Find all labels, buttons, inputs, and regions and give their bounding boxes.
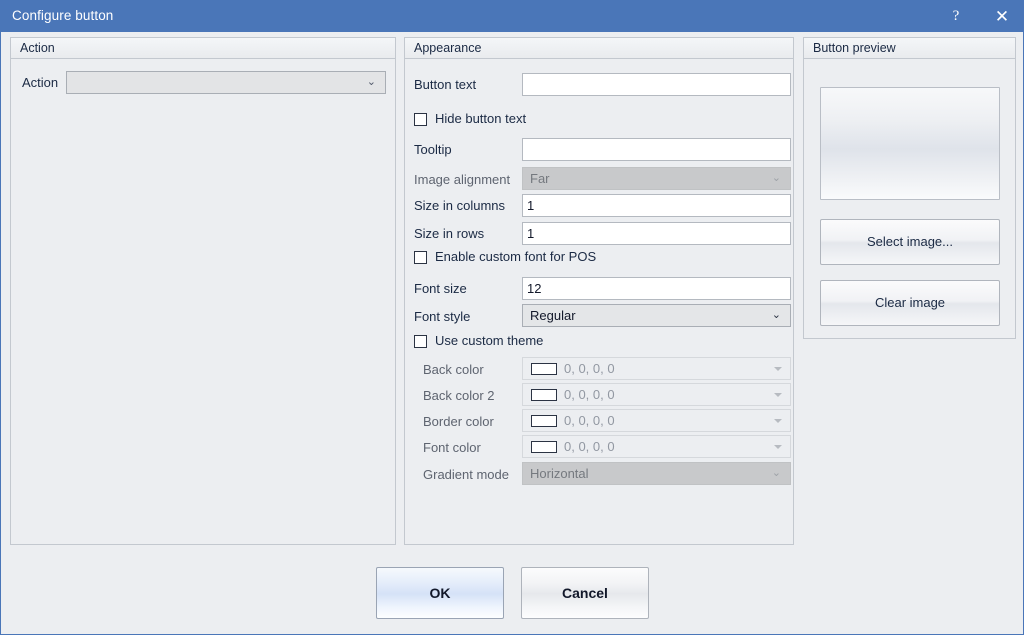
appearance-group-header: Appearance [404,37,794,59]
color-swatch [531,363,557,375]
image-alignment-label: Image alignment [414,172,510,187]
gradient-mode-select[interactable]: Horizontal ⌄ [522,462,791,485]
question-mark-icon: ? [933,1,979,32]
action-group-body: Action ⌄ [11,59,395,544]
chevron-down-icon: ⌄ [772,463,781,484]
button-text-label: Button text [414,77,476,92]
border-color-select[interactable]: 0, 0, 0, 0 [522,409,791,432]
back-color-2-select[interactable]: 0, 0, 0, 0 [522,383,791,406]
back-color-value: 0, 0, 0, 0 [564,358,615,379]
action-group-header: Action [10,37,396,59]
font-style-value: Regular [530,305,576,326]
button-preview-surface [820,87,1000,200]
color-swatch [531,441,557,453]
back-color-label: Back color [423,362,484,377]
font-style-select[interactable]: Regular ⌄ [522,304,791,327]
button-text-input[interactable] [522,73,791,96]
font-size-label: Font size [414,281,467,296]
back-color-select[interactable]: 0, 0, 0, 0 [522,357,791,380]
ok-button[interactable]: OK [376,567,504,619]
triangle-down-icon [774,367,782,371]
chevron-down-icon: ⌄ [772,168,781,189]
font-color-value: 0, 0, 0, 0 [564,436,615,457]
gradient-mode-value: Horizontal [530,463,589,484]
button-preview-group: Button preview Select image... Clear ima… [803,37,1016,339]
action-label: Action [22,75,58,90]
size-in-rows-input[interactable]: 1 [522,222,791,245]
font-style-label: Font style [414,309,470,324]
chevron-down-icon: ⌄ [772,305,781,326]
back-color-2-label: Back color 2 [423,388,495,403]
clear-image-button[interactable]: Clear image [820,280,1000,326]
select-image-button[interactable]: Select image... [820,219,1000,265]
tooltip-label: Tooltip [414,142,452,157]
action-group-title: Action [20,41,55,55]
checkbox-box [414,335,427,348]
appearance-group: Appearance Button text Hide button text … [404,37,794,545]
use-custom-theme-label: Use custom theme [435,333,543,348]
button-preview-group-body: Select image... Clear image [804,59,1015,338]
tooltip-input[interactable] [522,138,791,161]
size-in-columns-label: Size in columns [414,198,505,213]
font-color-label: Font color [423,440,481,455]
border-color-value: 0, 0, 0, 0 [564,410,615,431]
checkbox-box [414,251,427,264]
checkbox-box [414,113,427,126]
size-in-rows-label: Size in rows [414,226,484,241]
enable-custom-font-label: Enable custom font for POS [435,249,596,264]
chevron-down-icon: ⌄ [367,72,376,93]
triangle-down-icon [774,393,782,397]
size-in-columns-input[interactable]: 1 [522,194,791,217]
appearance-group-body: Button text Hide button text Tooltip Ima… [405,59,793,544]
back-color-2-value: 0, 0, 0, 0 [564,384,615,405]
triangle-down-icon [774,419,782,423]
gradient-mode-label: Gradient mode [423,467,509,482]
window-title: Configure button [12,8,113,23]
border-color-label: Border color [423,414,494,429]
image-alignment-select[interactable]: Far ⌄ [522,167,791,190]
font-size-input[interactable]: 12 [522,277,791,300]
action-select[interactable]: ⌄ [66,71,386,94]
hide-button-text-label: Hide button text [435,111,526,126]
close-icon: ✕ [979,1,1024,32]
color-swatch [531,415,557,427]
font-color-select[interactable]: 0, 0, 0, 0 [522,435,791,458]
image-alignment-value: Far [530,168,550,189]
close-button[interactable]: ✕ [979,1,1024,32]
action-group: Action Action ⌄ [10,37,396,545]
help-button[interactable]: ? [933,1,979,32]
appearance-group-title: Appearance [414,41,481,55]
color-swatch [531,389,557,401]
triangle-down-icon [774,445,782,449]
configure-button-dialog: Configure button ? ✕ Action Action ⌄ App… [0,0,1024,635]
cancel-button[interactable]: Cancel [521,567,649,619]
button-preview-group-header: Button preview [803,37,1016,59]
title-bar: Configure button ? ✕ [1,1,1024,32]
button-preview-group-title: Button preview [813,41,896,55]
